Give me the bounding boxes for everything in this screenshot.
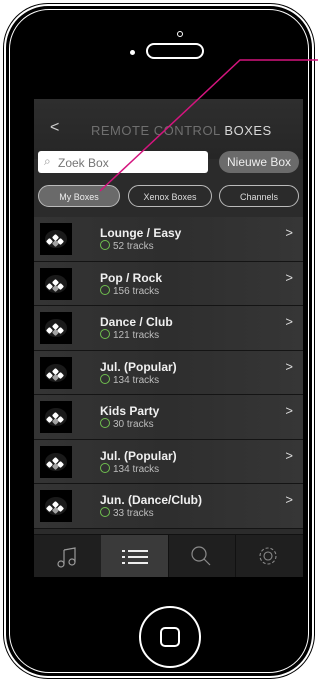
annotation-pointer <box>99 59 318 192</box>
